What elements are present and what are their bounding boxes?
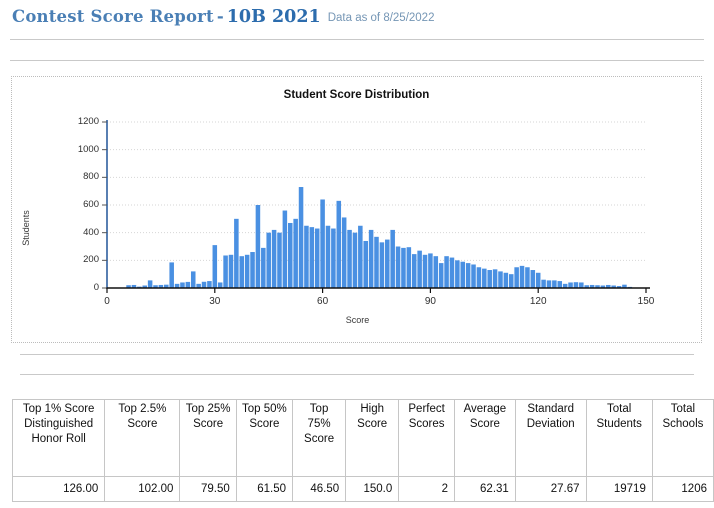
page-title: Contest Score Report [12,7,214,26]
table-cell: 62.31 [455,477,516,502]
x-tick-label: 150 [626,296,666,307]
y-tick-label: 600 [65,199,99,210]
table-cell: 1206 [652,477,713,502]
y-axis-label: Students [21,198,31,258]
column-header: Perfect Scores [399,400,455,477]
x-tick-label: 0 [87,296,127,307]
x-tick-label: 90 [410,296,450,307]
column-header: Average Score [455,400,516,477]
summary-stats-table: Top 1% Score Distinguished Honor RollTop… [12,399,714,502]
x-axis-label: Score [12,315,703,325]
table-cell: 150.0 [346,477,399,502]
column-header: Standard Deviation [515,400,586,477]
column-header: Top 50% Score [236,400,292,477]
table-cell: 19719 [586,477,652,502]
y-tick-label: 800 [65,171,99,182]
y-tick-label: 0 [65,282,99,293]
table-cell: 79.50 [180,477,236,502]
table-cell: 2 [399,477,455,502]
column-header: Top 2.5% Score [105,400,180,477]
column-header: Top 1% Score Distinguished Honor Roll [13,400,105,477]
divider-bottom-1 [20,354,694,355]
y-tick-label: 1200 [65,116,99,127]
report-subject: 10B 2021 [227,7,321,27]
y-tick-label: 1000 [65,144,99,155]
table-cell: 126.00 [13,477,105,502]
table-cell: 46.50 [293,477,346,502]
table-header-row: Top 1% Score Distinguished Honor RollTop… [13,400,714,477]
column-header: Top 75% Score [293,400,346,477]
data-as-of-label: Data as of 8/25/2022 [321,12,435,24]
chart-panel: Student Score Distribution Students Scor… [11,76,702,343]
column-header: Total Schools [652,400,713,477]
column-header: Top 25% Score [180,400,236,477]
y-tick-label: 200 [65,254,99,265]
column-header: High Score [346,400,399,477]
title-separator: - [214,7,227,26]
score-distribution-chart: Students Score 0 200 400 600 800 1000 1200 0 30… [12,77,703,344]
x-tick-label: 60 [303,296,343,307]
divider-top-2 [10,60,704,61]
table-cell: 102.00 [105,477,180,502]
divider-top-1 [10,39,704,40]
table-cell: 61.50 [236,477,292,502]
divider-bottom-2 [20,374,694,375]
table-row: 126.00102.0079.5061.5046.50150.0262.3127… [13,477,714,502]
x-tick-label: 30 [195,296,235,307]
y-tick-label: 400 [65,227,99,238]
column-header: Total Students [586,400,652,477]
table-cell: 27.67 [515,477,586,502]
report-header: Contest Score Report-10B 2021Data as of … [0,0,714,27]
x-tick-label: 120 [518,296,558,307]
